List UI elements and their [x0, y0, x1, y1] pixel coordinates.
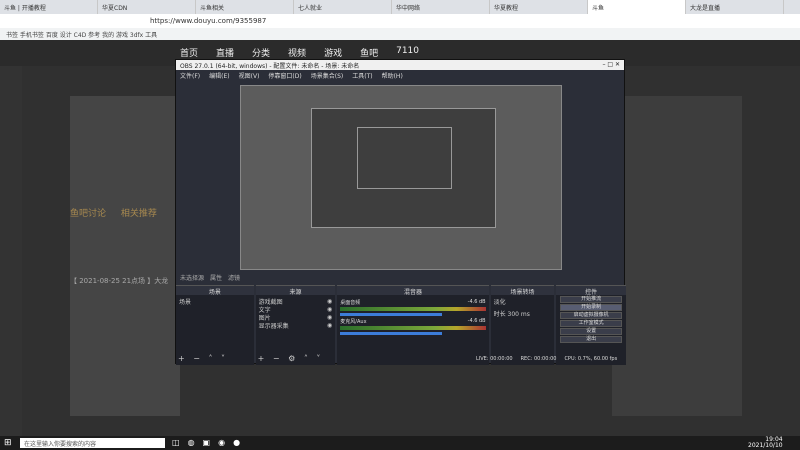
no-source-label: 未选择源	[180, 275, 205, 282]
scene-item[interactable]: 场景	[176, 295, 254, 308]
browser-tab[interactable]: 华夏CDN	[98, 0, 196, 14]
chrome-icon[interactable]: ◉	[218, 438, 225, 447]
track-name: 麦克风/Aux	[340, 319, 367, 325]
screen: 斗鱼 | 开播教程 华夏CDN 斗鱼相关 七人就业 华中网络 华夏教程 斗鱼 大…	[0, 0, 800, 450]
volume-slider[interactable]	[340, 313, 443, 316]
clock-date: 2021/10/10	[748, 442, 783, 449]
transition-type[interactable]: 淡化	[494, 297, 552, 306]
eye-icon: ◉	[327, 305, 333, 313]
nav-item[interactable]: 分类	[252, 46, 270, 59]
browser-tab[interactable]: 华中网络	[392, 0, 490, 14]
transition-body: 淡化 时长 300 ms	[491, 295, 555, 320]
cpu-fps: CPU: 0.7%, 60.00 fps	[564, 356, 618, 362]
bookmarks-bar[interactable]: 书签 手机书签 百度 设计 C4D 参考 我的 游戏 3dfx 工具	[0, 28, 800, 40]
transitions-dock: 场景转场 淡化 时长 300 ms	[490, 285, 555, 365]
obs-title-bar: OBS 27.0.1 (64-bit, windows) - 配置文件: 未命名…	[176, 60, 624, 70]
mixer-dock: 混音器 桌面音频 -4.6 dB 麦克风/Aux -4.6 dB	[337, 285, 489, 365]
rec-timer: REC: 00:00:00	[520, 356, 557, 362]
live-timer: LIVE: 00:00:00	[476, 356, 513, 362]
source-item[interactable]: 显示器采集 ◉	[259, 321, 333, 330]
browser-tab[interactable]: 七人就业	[294, 0, 392, 14]
menu-item[interactable]: 帮助(H)	[382, 71, 403, 80]
browser-tab-bar: 斗鱼 | 开播教程 华夏CDN 斗鱼相关 七人就业 华中网络 华夏教程 斗鱼 大…	[0, 0, 800, 14]
menu-item[interactable]: 文件(F)	[180, 71, 200, 80]
clock[interactable]: 19:04 2021/10/10	[748, 437, 783, 449]
nested-preview	[311, 108, 496, 228]
mixer-track: 麦克风/Aux -4.6 dB	[340, 318, 486, 335]
explorer-icon[interactable]: ▣	[203, 438, 211, 447]
menu-item[interactable]: 工具(T)	[352, 71, 372, 80]
dock-header: 混音器	[337, 286, 489, 296]
browser-tab-active[interactable]: 斗鱼	[588, 0, 686, 14]
mixer-track: 桌面音频 -4.6 dB	[340, 299, 486, 316]
settings-button[interactable]: 设置	[560, 328, 623, 335]
duration-input[interactable]: 300 ms	[508, 311, 530, 318]
audio-meter	[340, 326, 486, 330]
source-list: 游戏截图 ◉ 文字 ◉ 图片 ◉ 显示器采集 ◉	[256, 295, 336, 331]
taskbar-icons: ◫ ◍ ▣ ◉ ●	[172, 438, 240, 447]
obs-menu-bar: 文件(F) 编辑(E) 视图(V) 停靠窗口(D) 场景集合(S) 工具(T) …	[176, 70, 624, 80]
dock-header: 场景	[176, 286, 254, 296]
eye-icon: ◉	[327, 313, 333, 321]
nav-item[interactable]: 首页	[180, 46, 198, 59]
obs-docks: 场景 场景 + − ˄ ˅ 来源 游戏截图 ◉ 文字 ◉ 图片 ◉ 显示器采集 ◉ + …	[176, 285, 627, 365]
nav-item[interactable]: 鱼吧	[360, 46, 378, 59]
obs-title: OBS 27.0.1 (64-bit, windows) - 配置文件: 未命名…	[180, 63, 360, 70]
menu-item[interactable]: 停靠窗口(D)	[268, 71, 301, 80]
dock-toolbar[interactable]: + − ⚙ ˄ ˅	[258, 354, 324, 363]
properties-button[interactable]: 属性	[210, 273, 222, 282]
track-level: -4.6 dB	[467, 318, 486, 324]
menu-item[interactable]: 场景集合(S)	[311, 71, 344, 80]
volume-slider[interactable]	[340, 332, 443, 335]
eye-icon: ◉	[327, 297, 333, 305]
left-rail	[0, 66, 22, 436]
edge-icon[interactable]: ◍	[188, 438, 195, 447]
source-status-line: 未选择源 属性 滤镜	[176, 272, 626, 282]
audio-meter	[340, 307, 486, 311]
dock-toolbar[interactable]: + − ˄ ˅	[178, 354, 228, 363]
windows-icon[interactable]: ⊞	[4, 438, 12, 448]
controls-dock: 控件 开始推流 开始录制 启动虚拟摄像机 工作室模式 设置 退出	[556, 285, 627, 365]
studio-mode-button[interactable]: 工作室模式	[560, 320, 623, 327]
track-level: -4.6 dB	[467, 299, 486, 305]
scenes-dock: 场景 场景 + − ˄ ˅	[176, 285, 254, 365]
obs-status-bar: LIVE: 00:00:00 REC: 00:00:00 CPU: 0.7%, …	[476, 356, 617, 362]
address-bar[interactable]: https://www.douyu.com/9355987	[0, 14, 800, 28]
browser-tab[interactable]: 斗鱼相关	[196, 0, 294, 14]
url-text[interactable]: https://www.douyu.com/9355987	[150, 17, 266, 25]
mixer-body: 桌面音频 -4.6 dB 麦克风/Aux -4.6 dB	[337, 295, 488, 337]
track-name: 桌面音频	[340, 300, 361, 306]
browser-tab[interactable]: 华夏教程	[490, 0, 588, 14]
obs-window: OBS 27.0.1 (64-bit, windows) - 配置文件: 未命名…	[175, 59, 627, 365]
virtual-camera-button[interactable]: 启动虚拟摄像机	[560, 312, 623, 319]
dock-header: 控件	[556, 286, 627, 296]
menu-item[interactable]: 视图(V)	[239, 71, 260, 80]
window-controls[interactable]: – □ ✕	[602, 61, 620, 69]
nav-item[interactable]: 游戏	[324, 46, 342, 59]
menu-item[interactable]: 编辑(E)	[209, 71, 229, 80]
eye-icon: ◉	[327, 321, 333, 329]
obs-preview[interactable]	[240, 85, 562, 270]
duration-label: 时长	[493, 311, 506, 318]
browser-tab[interactable]: 大龙是直播	[686, 0, 784, 14]
filters-button[interactable]: 滤镜	[228, 273, 240, 282]
nav-item[interactable]: 视频	[288, 46, 306, 59]
dock-header: 来源	[255, 286, 336, 296]
taskbar: ⊞ 在这里输入你要搜索的内容 ◫ ◍ ▣ ◉ ● 19:04 2021/10/1…	[0, 436, 800, 450]
task-view-icon[interactable]: ◫	[172, 438, 180, 447]
dock-header: 场景转场	[490, 286, 555, 296]
obs-icon[interactable]: ●	[233, 438, 240, 447]
douyu-nav: 首页 直播 分类 视频 游戏 鱼吧 7110	[180, 46, 419, 59]
nav-item[interactable]: 7110	[396, 46, 419, 59]
taskbar-search[interactable]: 在这里输入你要搜索的内容	[20, 438, 165, 448]
browser-tab[interactable]: 斗鱼 | 开播教程	[0, 0, 98, 14]
nested-preview-inner	[357, 127, 452, 189]
nav-item[interactable]: 直播	[216, 46, 234, 59]
exit-button[interactable]: 退出	[560, 336, 623, 343]
sources-dock: 来源 游戏截图 ◉ 文字 ◉ 图片 ◉ 显示器采集 ◉ + − ⚙ ˄ ˅	[255, 285, 336, 365]
start-record-button[interactable]: 开始录制	[560, 304, 623, 311]
start-stream-button[interactable]: 开始推流	[560, 296, 623, 303]
